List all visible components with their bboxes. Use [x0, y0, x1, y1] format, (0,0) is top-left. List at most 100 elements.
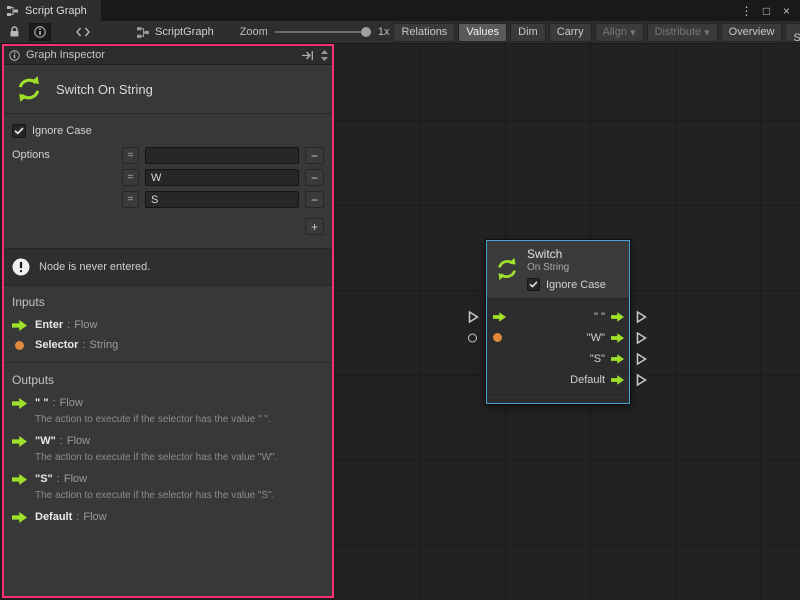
separator: : [60, 435, 63, 447]
port-row: "S" [487, 348, 629, 369]
output-connector[interactable] [636, 310, 647, 323]
zoom-label: Zoom [240, 26, 268, 38]
graph-canvas[interactable]: Switch On String Ignore Case " " [336, 44, 800, 600]
port-name: " " [35, 397, 49, 409]
output-port-label: "S" [590, 353, 605, 365]
output-connector[interactable] [636, 331, 647, 344]
ignore-case-label: Ignore Case [32, 125, 92, 137]
page-title: Switch On String [56, 82, 153, 97]
dim-button[interactable]: Dim [510, 23, 546, 42]
graph-inspector-panel: Graph Inspector Switch On String Ignore … [2, 44, 334, 598]
ignore-case-row[interactable]: Ignore Case [12, 124, 324, 138]
flow-input-connector[interactable] [468, 310, 479, 323]
code-view-button[interactable] [69, 23, 97, 41]
value-input-connector[interactable] [468, 333, 477, 342]
window-titlebar: Script Graph ⋮ □ × [0, 0, 800, 21]
info-icon [9, 50, 20, 61]
port-type: Flow [67, 435, 90, 447]
drag-handle-icon[interactable]: = [122, 147, 139, 164]
dock-panel-icon[interactable] [301, 50, 314, 61]
remove-option-button[interactable]: − [305, 147, 324, 164]
tab-script-graph[interactable]: Script Graph [0, 0, 101, 21]
full-screen-button[interactable]: Full Screen [785, 23, 800, 42]
port-name: "W" [35, 435, 56, 447]
node-subtitle: On String [527, 262, 606, 273]
graph-breadcrumb[interactable]: ScriptGraph [137, 26, 214, 39]
node-ports: " " "W" "S" [487, 299, 629, 394]
zoom-knob[interactable] [361, 27, 371, 37]
switch-on-string-node[interactable]: Switch On String Ignore Case " " [486, 240, 630, 404]
lock-icon [9, 26, 20, 38]
option-input-0[interactable] [145, 147, 299, 164]
option-input-1[interactable] [145, 169, 299, 186]
option-row: = − [122, 147, 324, 164]
remove-option-button[interactable]: − [305, 191, 324, 208]
output-port-label: Default [570, 374, 605, 386]
string-dot-icon [12, 341, 27, 350]
values-button[interactable]: Values [458, 23, 507, 42]
lock-button[interactable] [3, 23, 25, 41]
selector-input-port[interactable] [493, 333, 502, 342]
drag-handle-icon[interactable]: = [122, 169, 139, 186]
inspector-fields: Ignore Case Options = − = − = − [4, 114, 332, 248]
output-port-row: "S" : Flow [12, 473, 324, 485]
output-connector[interactable] [636, 352, 647, 365]
flow-output-port[interactable] [611, 375, 624, 385]
option-input-2[interactable] [145, 191, 299, 208]
checkmark-icon [529, 281, 538, 288]
switch-node-icon [14, 74, 44, 104]
option-row: = − [122, 191, 324, 208]
options-add-row: + [122, 218, 324, 235]
flow-output-port[interactable] [611, 354, 624, 364]
remove-option-button[interactable]: − [305, 169, 324, 186]
dropdown-arrow-icon: ▾ [630, 26, 636, 39]
output-port-row: Default : Flow [12, 511, 324, 523]
node-ignore-case-row[interactable]: Ignore Case [527, 278, 606, 291]
port-row: Default [487, 369, 629, 390]
output-connector[interactable] [636, 373, 647, 386]
port-name: Selector [35, 339, 78, 351]
inputs-section: Inputs Enter : Flow Selector : String [4, 286, 332, 361]
flow-output-port[interactable] [611, 333, 624, 343]
close-icon[interactable]: × [780, 4, 793, 18]
window-menu-icon[interactable]: ⋮ [740, 4, 753, 18]
node-header[interactable]: Switch On String Ignore Case [487, 241, 629, 299]
zoom-control: Zoom 1x [240, 26, 390, 38]
flow-arrow-icon [12, 398, 27, 409]
port-type: String [89, 339, 118, 351]
distribute-button[interactable]: Distribute ▾ [647, 23, 718, 42]
info-icon [34, 26, 46, 38]
option-row: = − [122, 169, 324, 186]
maximize-icon[interactable]: □ [760, 4, 773, 18]
graph-name: ScriptGraph [155, 26, 214, 38]
switch-node-icon [494, 247, 520, 291]
flow-arrow-icon [12, 320, 27, 331]
outputs-section: Outputs " " : Flow The action to execute… [4, 364, 332, 533]
checkmark-icon [14, 127, 24, 135]
ignore-case-checkbox[interactable] [12, 124, 26, 138]
tab-title: Script Graph [25, 5, 87, 17]
flow-output-port[interactable] [611, 312, 624, 322]
inspector-toggle-button[interactable] [29, 23, 51, 41]
zoom-slider[interactable] [275, 26, 371, 38]
inspector-title-text: Graph Inspector [26, 49, 105, 61]
port-description: The action to execute if the selector ha… [35, 489, 324, 502]
output-port-row: " " : Flow [12, 397, 324, 409]
flow-input-port[interactable] [493, 312, 506, 322]
add-option-button[interactable]: + [305, 218, 324, 235]
overview-button[interactable]: Overview [721, 23, 783, 42]
relations-button[interactable]: Relations [393, 23, 455, 42]
distribute-label: Distribute [655, 26, 701, 38]
port-type: Flow [64, 473, 87, 485]
inspector-header: Graph Inspector [4, 46, 332, 65]
flow-arrow-icon [12, 512, 27, 523]
carry-button[interactable]: Carry [549, 23, 592, 42]
node-ignore-case-checkbox[interactable] [527, 278, 540, 291]
window-controls: ⋮ □ × [740, 4, 800, 18]
scroll-arrows-icon[interactable] [320, 49, 329, 62]
options-block: Options = − = − = − + [12, 147, 324, 235]
drag-handle-icon[interactable]: = [122, 191, 139, 208]
options-list: = − = − = − + [122, 147, 324, 235]
align-button[interactable]: Align ▾ [595, 23, 644, 42]
separator: : [67, 319, 70, 331]
